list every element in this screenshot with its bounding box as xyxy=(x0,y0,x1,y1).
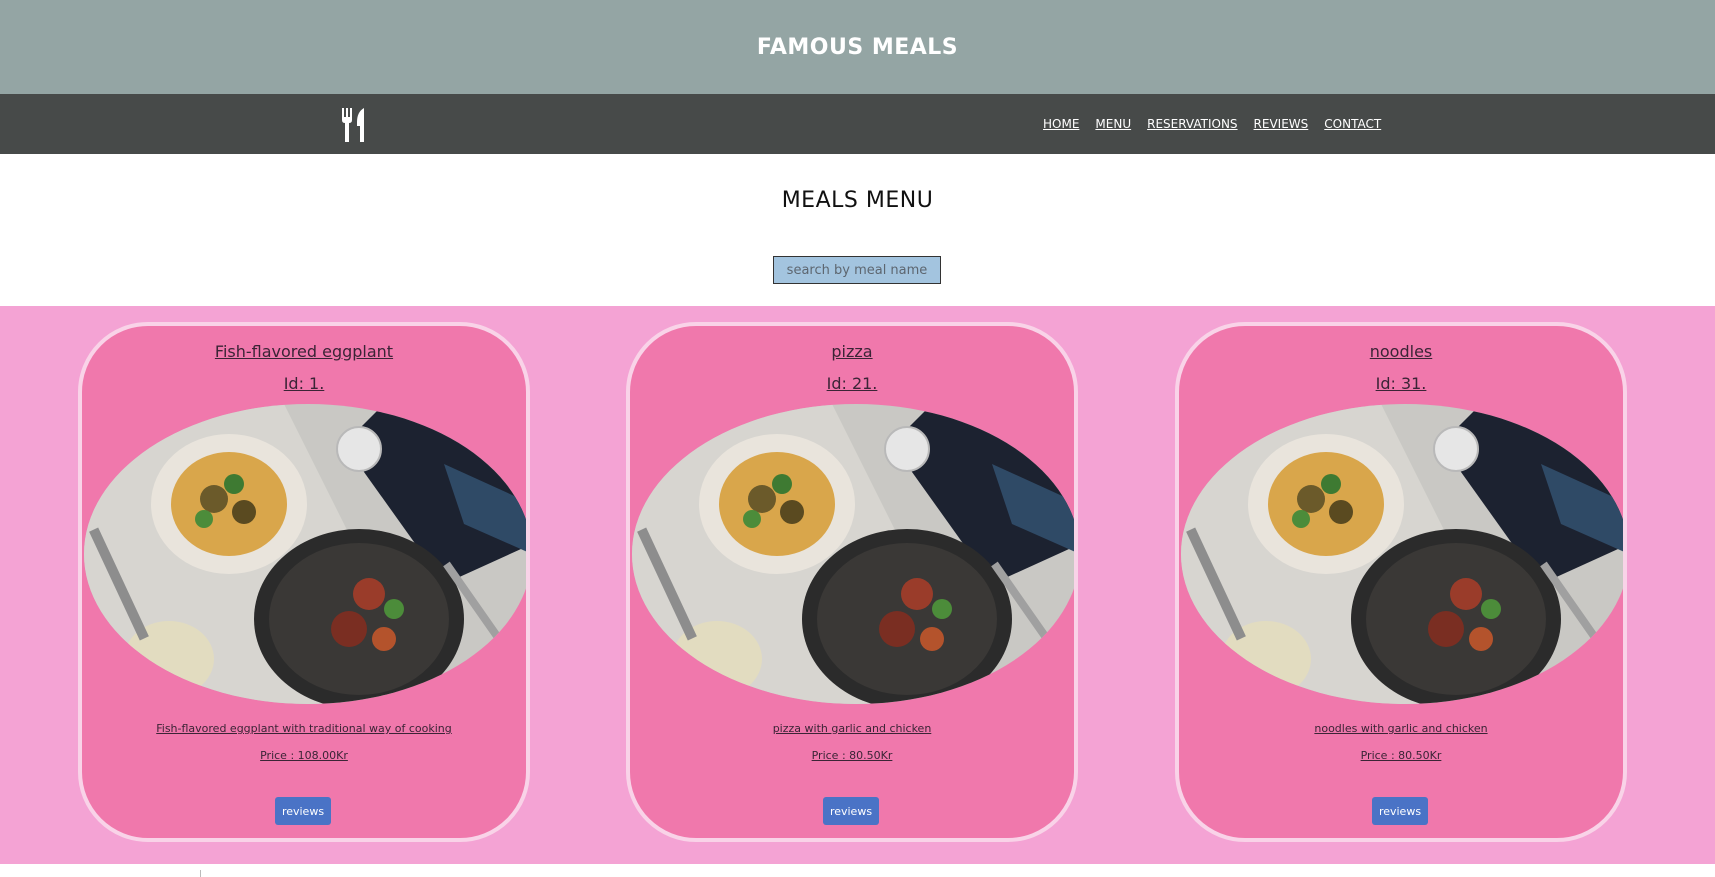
meal-name[interactable]: Fish-flavored eggplant xyxy=(82,342,526,361)
meal-name[interactable]: pizza xyxy=(630,342,1074,361)
meal-card: noodles Id: 31. noodles with garlic and … xyxy=(1175,322,1627,842)
nav-link-reviews[interactable]: REVIEWS xyxy=(1254,117,1309,131)
meal-id[interactable]: Id: 1. xyxy=(82,374,526,393)
meal-price[interactable]: Price : 80.50Kr xyxy=(630,749,1074,762)
meal-price[interactable]: Price : 80.50Kr xyxy=(1179,749,1623,762)
search-input[interactable] xyxy=(773,256,941,284)
meal-price[interactable]: Price : 108.00Kr xyxy=(82,749,526,762)
nav-link-menu[interactable]: MENU xyxy=(1095,117,1131,131)
reviews-button[interactable]: reviews xyxy=(823,797,879,825)
nav-link-reservations[interactable]: RESERVATIONS xyxy=(1147,117,1237,131)
page-title: MEALS MENU xyxy=(781,188,934,213)
meal-id[interactable]: Id: 21. xyxy=(630,374,1074,393)
meal-name[interactable]: noodles xyxy=(1179,342,1623,361)
reviews-button[interactable]: reviews xyxy=(1372,797,1428,825)
meal-photo xyxy=(1181,404,1623,704)
meal-description[interactable]: Fish-flavored eggplant with traditional … xyxy=(82,722,526,735)
footer-divider xyxy=(200,870,201,877)
nav-link-home[interactable]: HOME xyxy=(1043,117,1079,131)
meal-card: pizza Id: 21. pizza with garlic and chic… xyxy=(626,322,1078,842)
meal-cards-section: Fish-flavored eggplant Id: 1. Fish-flavo… xyxy=(0,306,1715,864)
fork-knife-icon[interactable] xyxy=(340,108,368,142)
meal-description[interactable]: pizza with garlic and chicken xyxy=(630,722,1074,735)
meal-photo xyxy=(632,404,1074,704)
navbar: HOME MENU RESERVATIONS REVIEWS CONTACT xyxy=(0,94,1715,154)
meal-id[interactable]: Id: 31. xyxy=(1179,374,1623,393)
meal-card: Fish-flavored eggplant Id: 1. Fish-flavo… xyxy=(78,322,530,842)
reviews-button[interactable]: reviews xyxy=(275,797,331,825)
meal-photo xyxy=(84,404,526,704)
site-banner: FAMOUS MEALS xyxy=(0,0,1715,94)
nav-links: HOME MENU RESERVATIONS REVIEWS CONTACT xyxy=(1043,94,1381,154)
site-title: FAMOUS MEALS xyxy=(756,34,959,60)
nav-link-contact[interactable]: CONTACT xyxy=(1324,117,1381,131)
meal-description[interactable]: noodles with garlic and chicken xyxy=(1179,722,1623,735)
